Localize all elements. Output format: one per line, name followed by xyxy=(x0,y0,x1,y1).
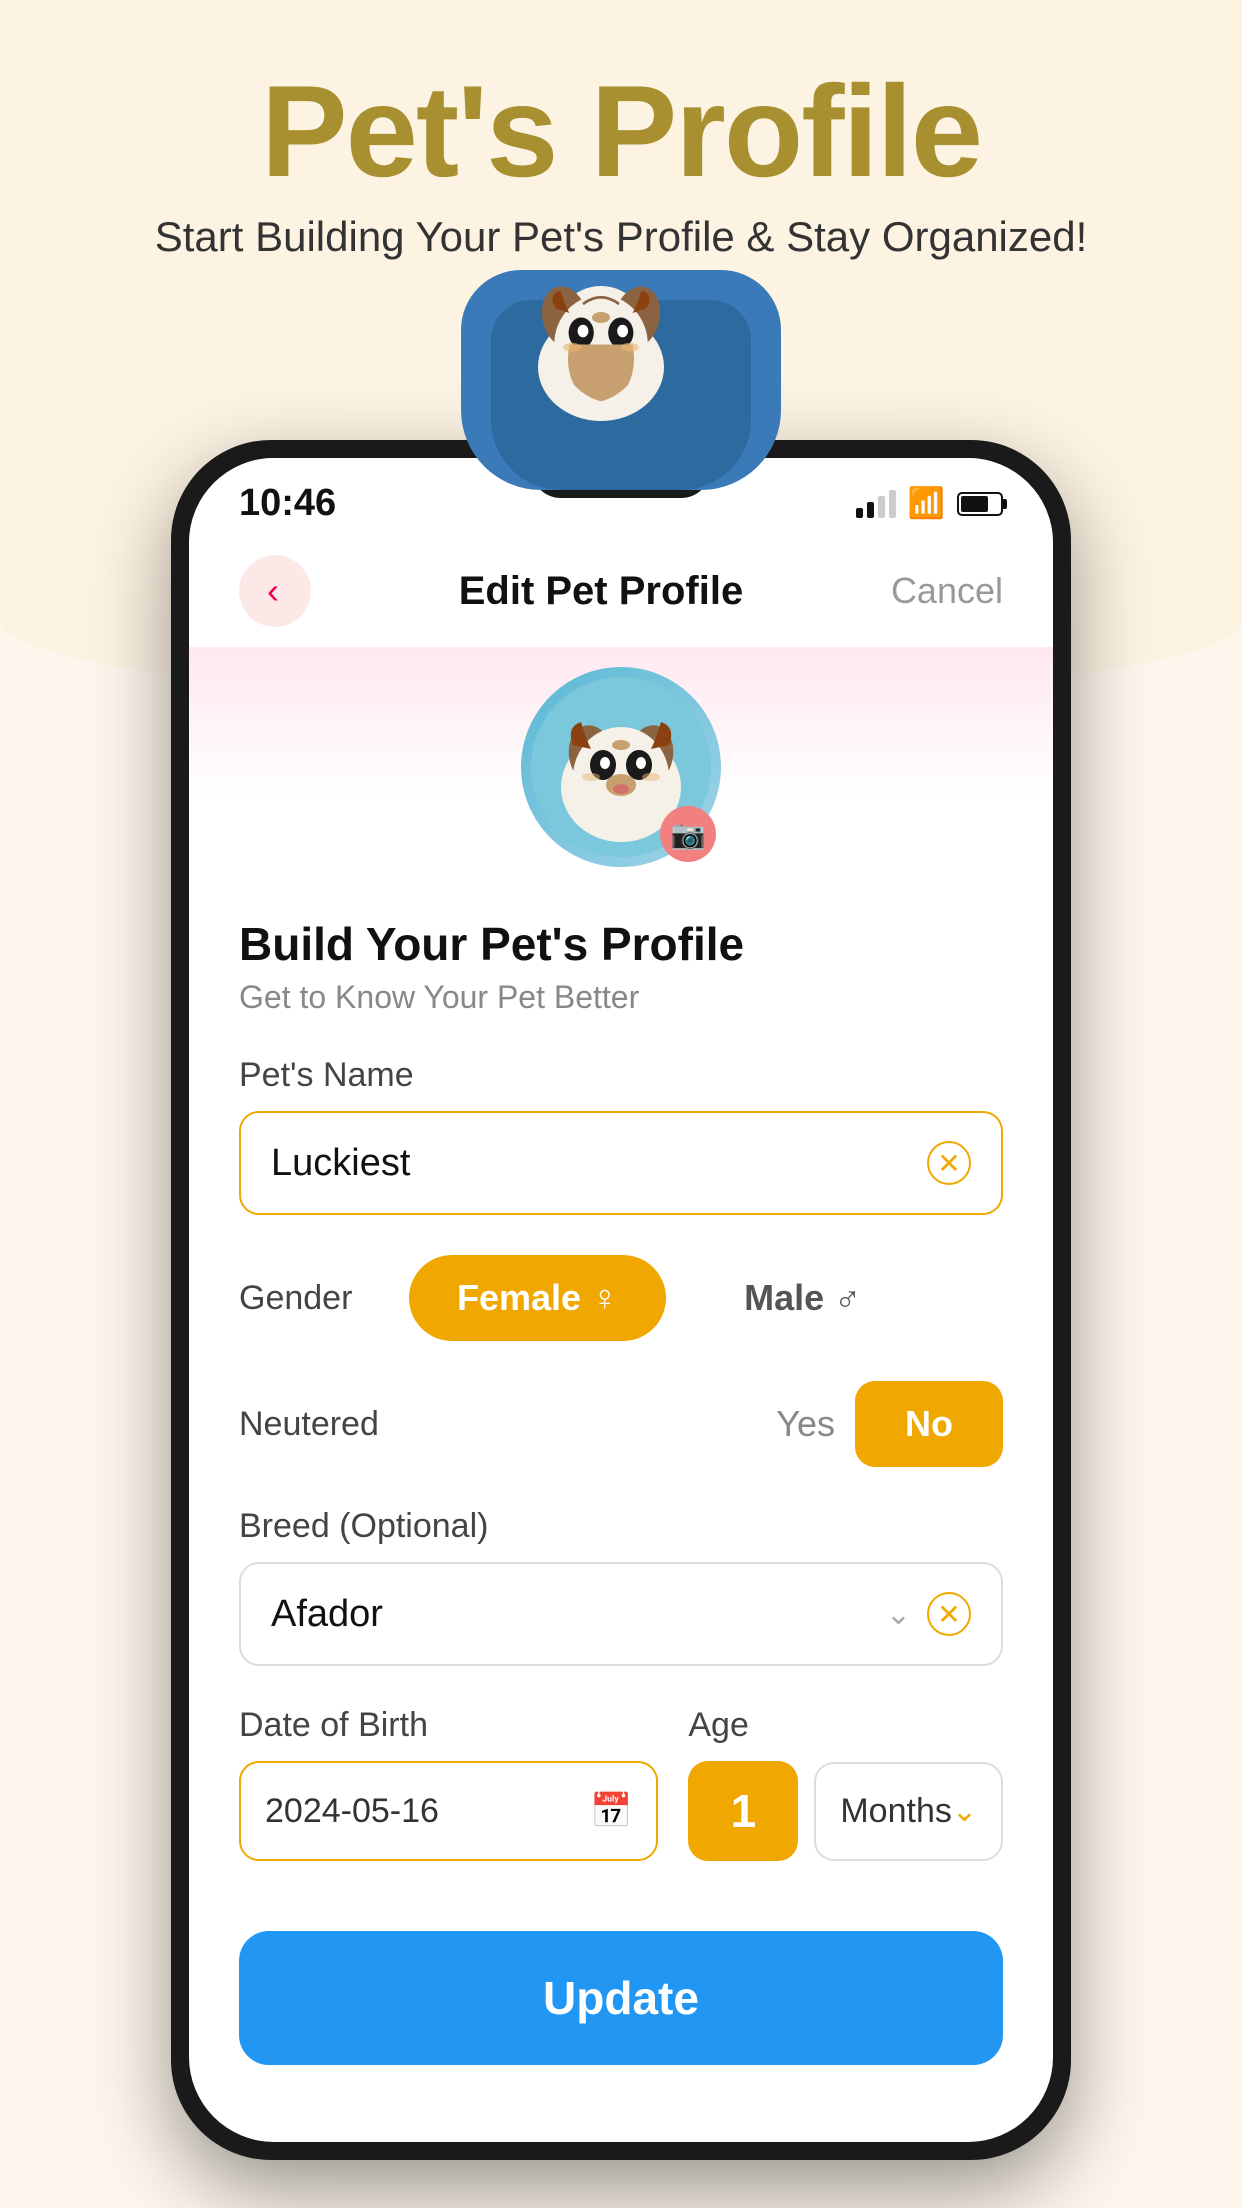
breed-label: Breed (Optional) xyxy=(239,1507,1003,1546)
dob-group: Date of Birth 2024-05-16 📅 xyxy=(239,1706,658,1861)
wifi-icon: 📶 xyxy=(908,486,945,521)
breed-controls: ⌄ ✕ xyxy=(886,1592,971,1636)
age-number[interactable]: 1 xyxy=(688,1761,798,1861)
form-section: Build Your Pet's Profile Get to Know You… xyxy=(189,897,1053,1931)
back-icon: ‹ xyxy=(267,570,279,612)
gender-label: Gender xyxy=(239,1279,379,1318)
age-unit-label: Months xyxy=(840,1792,952,1831)
neutered-row: Neutered Yes No xyxy=(239,1381,1003,1467)
camera-button[interactable]: 📷 xyxy=(660,806,716,862)
dob-age-row: Date of Birth 2024-05-16 📅 Age 1 Months … xyxy=(239,1706,1003,1861)
gender-male-label: Male xyxy=(744,1277,824,1319)
nav-title: Edit Pet Profile xyxy=(459,569,744,614)
back-button[interactable]: ‹ xyxy=(239,555,311,627)
age-unit-selector[interactable]: Months ⌄ xyxy=(814,1762,1003,1861)
male-icon: ♂ xyxy=(834,1277,861,1319)
age-unit-chevron-icon: ⌄ xyxy=(952,1794,977,1829)
battery-icon xyxy=(957,492,1003,516)
camera-icon: 📷 xyxy=(671,818,706,851)
update-button[interactable]: Update xyxy=(239,1931,1003,2065)
female-icon: ♀ xyxy=(591,1277,618,1319)
hero-dog-image xyxy=(451,210,791,490)
gender-male-button[interactable]: Male ♂ xyxy=(696,1255,909,1341)
phone-frame: 10:46 📶 ‹ Edit Pet Profile Cancel xyxy=(171,440,1071,2160)
breed-chevron-icon: ⌄ xyxy=(886,1597,911,1632)
pet-name-value: Luckiest xyxy=(271,1142,410,1185)
profile-pic-section: 📷 xyxy=(189,647,1053,897)
age-group: Age 1 Months ⌄ xyxy=(688,1706,1003,1861)
form-subheading: Get to Know Your Pet Better xyxy=(239,979,1003,1016)
pet-name-input[interactable]: Luckiest ✕ xyxy=(239,1111,1003,1215)
status-time: 10:46 xyxy=(239,482,336,525)
gender-female-button[interactable]: Female ♀ xyxy=(409,1255,666,1341)
calendar-icon: 📅 xyxy=(590,1791,632,1831)
dob-field[interactable]: 2024-05-16 📅 xyxy=(239,1761,658,1861)
nav-bar: ‹ Edit Pet Profile Cancel xyxy=(189,535,1053,647)
pet-name-label: Pet's Name xyxy=(239,1056,1003,1095)
neutered-yes-label: Yes xyxy=(776,1403,835,1445)
profile-pic-wrapper: 📷 xyxy=(521,667,721,867)
dob-value: 2024-05-16 xyxy=(265,1792,439,1831)
neutered-label: Neutered xyxy=(239,1405,756,1444)
cancel-button[interactable]: Cancel xyxy=(891,570,1003,612)
page-title: Pet's Profile xyxy=(0,60,1242,203)
neutered-toggle-group: Yes No xyxy=(776,1381,1003,1467)
age-label: Age xyxy=(688,1706,1003,1745)
pet-name-clear[interactable]: ✕ xyxy=(927,1141,971,1185)
phone-screen: 10:46 📶 ‹ Edit Pet Profile Cancel xyxy=(189,458,1053,2142)
form-heading: Build Your Pet's Profile xyxy=(239,917,1003,971)
dob-label: Date of Birth xyxy=(239,1706,658,1745)
neutered-no-button[interactable]: No xyxy=(855,1381,1003,1467)
breed-value: Afador xyxy=(271,1593,383,1636)
breed-input[interactable]: Afador ⌄ ✕ xyxy=(239,1562,1003,1666)
neutered-no-label: No xyxy=(905,1403,953,1444)
status-icons: 📶 xyxy=(856,486,1003,521)
age-fields: 1 Months ⌄ xyxy=(688,1761,1003,1861)
breed-clear-button[interactable]: ✕ xyxy=(927,1592,971,1636)
gender-female-label: Female xyxy=(457,1277,581,1319)
gender-row: Gender Female ♀ Male ♂ xyxy=(239,1255,1003,1341)
dog-svg xyxy=(511,250,691,430)
signal-icon xyxy=(856,490,896,518)
